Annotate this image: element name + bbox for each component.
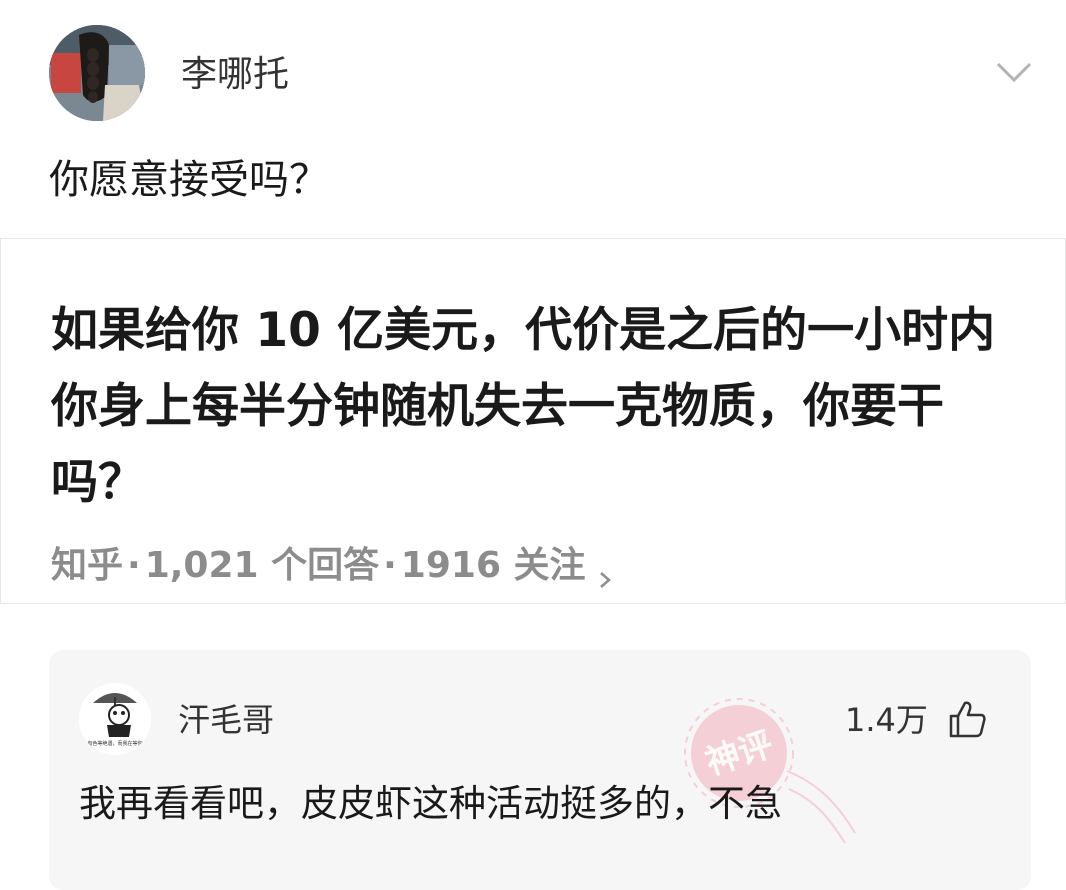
- author-avatar[interactable]: [49, 25, 145, 121]
- separator: ·: [127, 545, 141, 586]
- follower-count: 1916 关注: [400, 545, 586, 586]
- separator: ·: [383, 545, 397, 586]
- chevron-down-icon[interactable]: [996, 60, 1032, 84]
- commenter-name[interactable]: 汗毛哥: [178, 699, 274, 741]
- chevron-right-icon: [596, 554, 614, 588]
- top-comment: 有色等绝遇，而我在等你 汗毛哥 神评 1.4万 我再看看吧，皮皮虾这种活动挺多的…: [49, 650, 1031, 890]
- question-title: 如果给你 10 亿美元，代价是之后的一小时内你身上每半分钟随机失去一克物质，你要…: [51, 303, 996, 510]
- like-count: 1.4万: [845, 701, 928, 739]
- avatar-caption: 有色等绝遇，而我在等你: [87, 740, 142, 747]
- stamp-text: 神评: [701, 724, 778, 783]
- post-header: 李哪托: [0, 0, 1066, 150]
- shared-question-card[interactable]: 如果给你 10 亿美元，代价是之后的一小时内你身上每半分钟随机失去一克物质，你要…: [0, 238, 1066, 604]
- question-meta: 知乎 · 1,021 个回答 · 1916 关注: [51, 539, 614, 593]
- author-name[interactable]: 李哪托: [181, 50, 289, 100]
- thumbs-up-icon[interactable]: [947, 699, 987, 739]
- commenter-avatar[interactable]: 有色等绝遇，而我在等你: [79, 683, 151, 755]
- source-label: 知乎: [51, 545, 124, 586]
- post-text: 你愿意接受吗？: [49, 157, 329, 203]
- answer-count: 1,021 个回答: [144, 545, 380, 586]
- comment-text: 我再看看吧，皮皮虾这种活动挺多的，不急: [79, 782, 782, 825]
